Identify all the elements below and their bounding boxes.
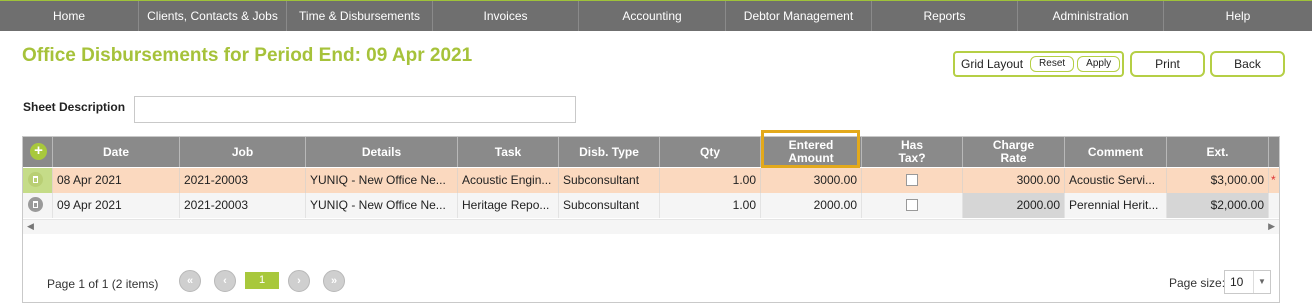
entered-amount-highlight	[761, 130, 860, 168]
header-ext[interactable]: Ext.	[1167, 137, 1269, 167]
cell-date[interactable]: 08 Apr 2021	[53, 168, 180, 193]
add-row-button[interactable]: +	[30, 143, 47, 160]
nav-accounting[interactable]: Accounting	[579, 1, 726, 31]
top-nav: Home Clients, Contacts & Jobs Time & Dis…	[0, 0, 1312, 31]
nav-debtor-management[interactable]: Debtor Management	[726, 1, 872, 31]
cell-qty[interactable]: 1.00	[660, 168, 761, 193]
nav-time-disbursements[interactable]: Time & Disbursements	[287, 1, 433, 31]
page-title: Office Disbursements for Period End: 09 …	[22, 45, 473, 66]
scroll-right-icon[interactable]: ▶	[1268, 221, 1275, 232]
reset-button[interactable]: Reset	[1030, 56, 1075, 72]
cell-job[interactable]: 2021-20003	[180, 168, 306, 193]
header-comment[interactable]: Comment	[1065, 137, 1167, 167]
chevron-down-icon[interactable]: ▼	[1253, 271, 1270, 293]
header-has-tax-line2: Tax?	[898, 151, 926, 165]
header-action-cell: +	[23, 137, 53, 167]
cell-date[interactable]: 09 Apr 2021	[53, 193, 180, 218]
header-has-tax[interactable]: Has Tax?	[862, 137, 963, 167]
cell-task[interactable]: Acoustic Engin...	[458, 168, 559, 193]
pager-summary: Page 1 of 1 (2 items)	[47, 277, 159, 291]
page-size-label: Page size:	[1169, 276, 1226, 290]
grid-layout-label: Grid Layout	[961, 57, 1024, 71]
cell-comment[interactable]: Acoustic Servi...	[1065, 168, 1167, 193]
nav-help[interactable]: Help	[1164, 1, 1312, 31]
cell-charge-rate[interactable]: 3000.00	[963, 168, 1065, 193]
cell-ext: $2,000.00	[1167, 193, 1269, 218]
last-page-icon[interactable]: »	[323, 270, 345, 292]
cell-ext: $3,000.00	[1167, 168, 1269, 193]
nav-invoices[interactable]: Invoices	[433, 1, 579, 31]
cell-disb-type[interactable]: Subconsultant	[559, 168, 660, 193]
header-task[interactable]: Task	[458, 137, 559, 167]
delete-row-icon[interactable]	[28, 172, 43, 187]
header-details[interactable]: Details	[306, 137, 458, 167]
cell-job[interactable]: 2021-20003	[180, 193, 306, 218]
has-tax-checkbox[interactable]	[906, 174, 918, 186]
row-action-cell	[23, 193, 53, 218]
header-charge-rate-line2: Rate	[1000, 151, 1027, 165]
sheet-description-input[interactable]	[134, 96, 576, 123]
cell-has-tax	[862, 168, 963, 193]
has-tax-checkbox[interactable]	[906, 199, 918, 211]
page-size-select[interactable]: 10 ▼	[1224, 270, 1271, 294]
nav-clients-contacts-jobs[interactable]: Clients, Contacts & Jobs	[139, 1, 287, 31]
sheet-description-label: Sheet Description	[23, 100, 126, 114]
cell-entered-amount[interactable]: 3000.00	[761, 168, 862, 193]
prev-page-icon[interactable]: ‹	[214, 270, 236, 292]
row-action-cell	[23, 168, 53, 193]
header-spacer	[1269, 137, 1279, 167]
next-page-icon[interactable]: ›	[288, 270, 310, 292]
header-date[interactable]: Date	[53, 137, 180, 167]
cell-charge-rate[interactable]: 2000.00	[963, 193, 1065, 218]
cell-qty[interactable]: 1.00	[660, 193, 761, 218]
cell-entered-amount[interactable]: 2000.00	[761, 193, 862, 218]
page-size-value: 10	[1230, 275, 1244, 289]
cell-disb-type[interactable]: Subconsultant	[559, 193, 660, 218]
grid-layout-group: Grid Layout Reset Apply	[953, 51, 1124, 77]
cell-details[interactable]: YUNIQ - New Office Ne...	[306, 168, 458, 193]
disbursements-grid: + Date Job Details Task Disb. Type Qty E…	[22, 130, 1280, 303]
nav-reports[interactable]: Reports	[872, 1, 1018, 31]
first-page-icon[interactable]: «	[179, 270, 201, 292]
nav-administration[interactable]: Administration	[1018, 1, 1164, 31]
apply-button[interactable]: Apply	[1077, 56, 1121, 72]
back-button[interactable]: Back	[1210, 51, 1285, 77]
current-page-button[interactable]: 1	[245, 272, 279, 289]
scroll-left-icon[interactable]: ◀	[27, 221, 34, 232]
cell-comment[interactable]: Perennial Herit...	[1065, 193, 1167, 218]
table-row[interactable]: 09 Apr 2021 2021-20003 YUNIQ - New Offic…	[23, 193, 1279, 218]
header-charge-rate[interactable]: Charge Rate	[963, 137, 1065, 167]
cell-has-tax	[862, 193, 963, 218]
print-button[interactable]: Print	[1130, 51, 1205, 77]
delete-row-icon[interactable]	[28, 197, 43, 212]
header-disb-type[interactable]: Disb. Type	[559, 137, 660, 167]
required-marker: *	[1271, 173, 1276, 187]
header-qty[interactable]: Qty	[660, 137, 761, 167]
cell-details[interactable]: YUNIQ - New Office Ne...	[306, 193, 458, 218]
table-row[interactable]: 08 Apr 2021 2021-20003 YUNIQ - New Offic…	[23, 168, 1279, 193]
header-job[interactable]: Job	[180, 137, 306, 167]
grid-header: + Date Job Details Task Disb. Type Qty E…	[23, 137, 1279, 167]
cell-task[interactable]: Heritage Repo...	[458, 193, 559, 218]
nav-home[interactable]: Home	[0, 1, 139, 31]
horizontal-scrollbar[interactable]: ◀ ▶	[23, 219, 1279, 234]
